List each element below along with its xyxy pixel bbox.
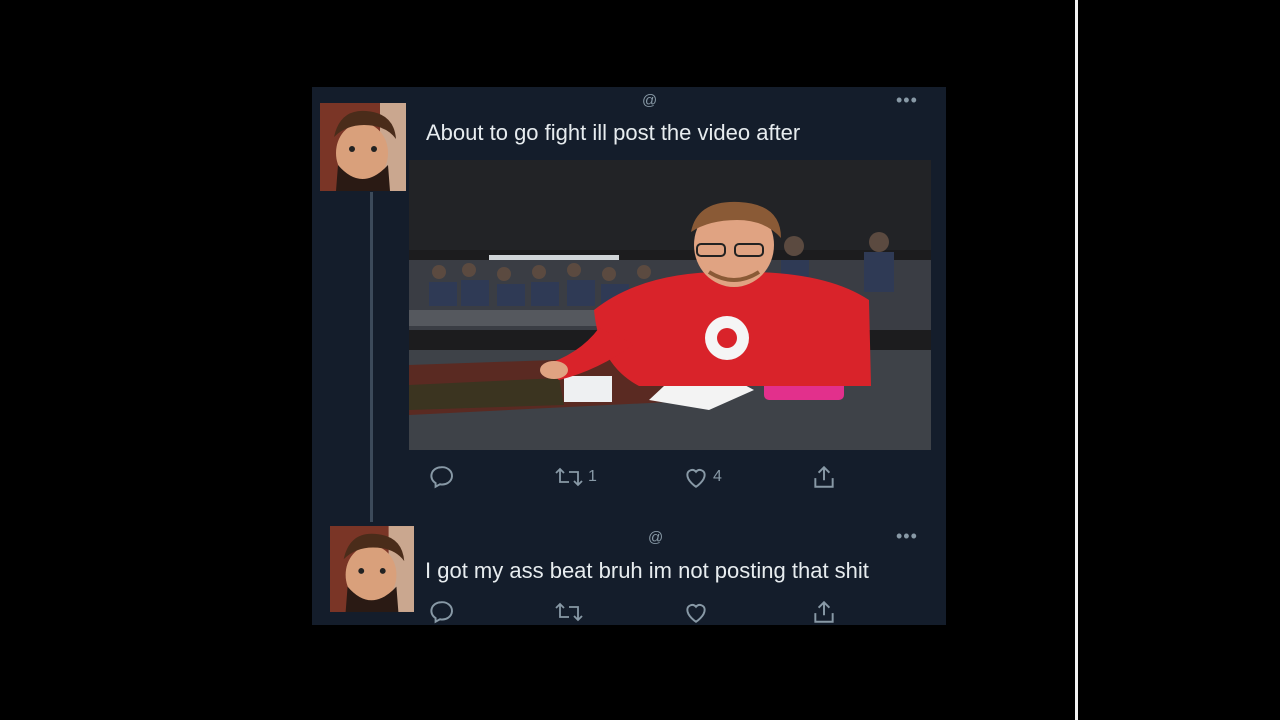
reply-icon: [430, 466, 453, 489]
reply-button[interactable]: [428, 464, 454, 490]
reply-button[interactable]: [428, 599, 454, 625]
frame-edge: [1075, 0, 1078, 720]
more-options-icon[interactable]: •••: [896, 91, 918, 109]
more-options-icon[interactable]: •••: [896, 527, 918, 545]
like-button[interactable]: [683, 599, 709, 625]
heart-icon: [686, 469, 706, 488]
tweet-image[interactable]: [409, 160, 931, 450]
avatar[interactable]: [320, 103, 406, 191]
tweet-handle[interactable]: @: [642, 92, 657, 109]
heart-icon: [686, 604, 706, 623]
share-button[interactable]: [811, 599, 837, 625]
avatar-photo: [330, 526, 414, 612]
tweet-text: I got my ass beat bruh im not posting th…: [425, 558, 869, 583]
retweet-count: 1: [588, 468, 597, 485]
retweet-button[interactable]: [554, 599, 584, 625]
share-button[interactable]: [811, 464, 837, 490]
tournament-photo: [409, 160, 931, 450]
retweet-button[interactable]: 1: [554, 464, 597, 490]
like-count: 4: [713, 468, 722, 485]
retweet-icon: [555, 602, 583, 622]
share-icon: [814, 465, 834, 488]
avatar-photo: [320, 103, 406, 191]
tweet-handle[interactable]: @: [648, 529, 663, 546]
avatar[interactable]: [330, 526, 414, 612]
like-button[interactable]: 4: [683, 464, 722, 490]
tweet-thread: @ ••• About to go fight ill post the vid…: [312, 87, 946, 625]
thread-connector: [370, 192, 373, 522]
reply-icon: [430, 601, 453, 624]
share-icon: [814, 600, 834, 623]
retweet-icon: [555, 467, 583, 487]
tweet-text: About to go fight ill post the video aft…: [426, 120, 801, 145]
